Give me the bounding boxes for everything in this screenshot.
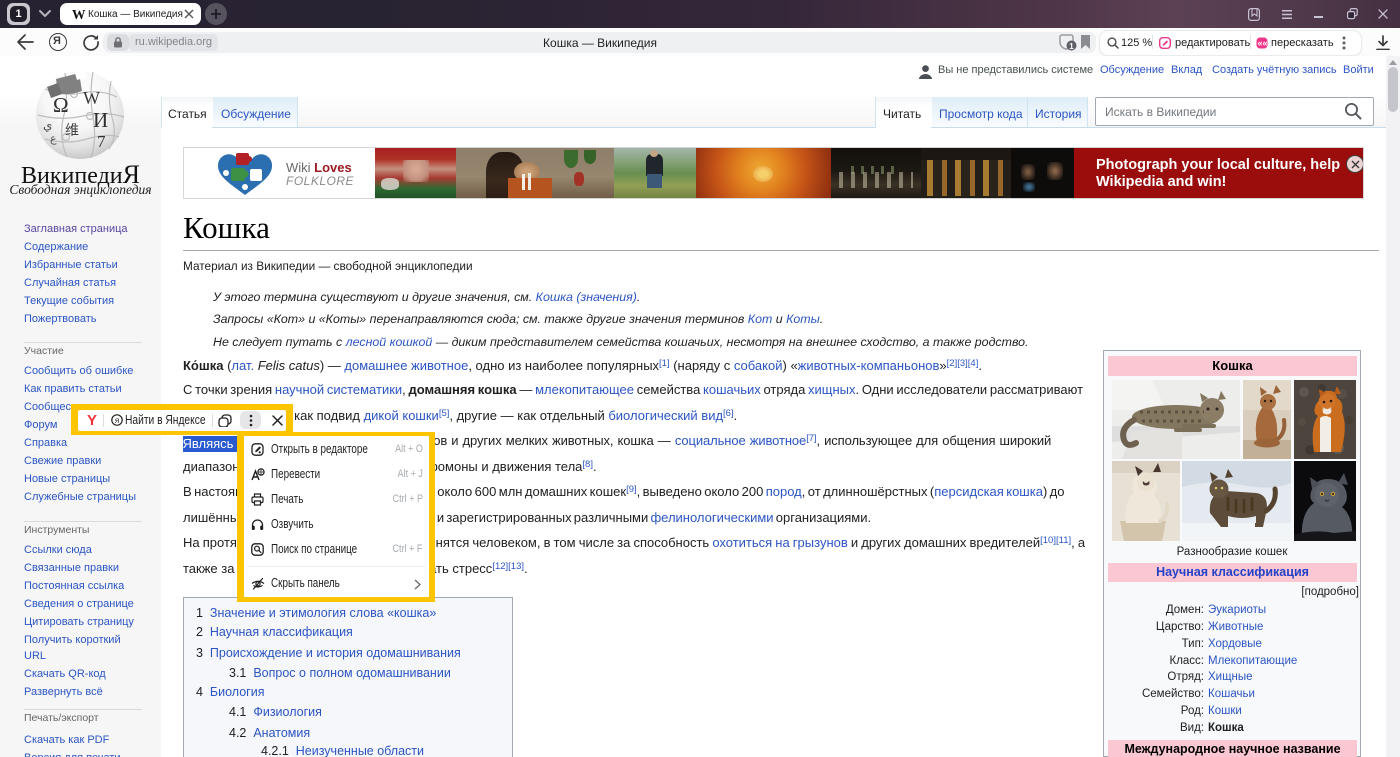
svg-text:ع: ع bbox=[50, 133, 57, 145]
svg-text:W: W bbox=[83, 88, 100, 108]
svg-text:1: 1 bbox=[1069, 42, 1074, 51]
svg-text:Ω: Ω bbox=[53, 93, 69, 117]
svg-text:维: 维 bbox=[65, 123, 79, 139]
svg-text:7: 7 bbox=[97, 132, 106, 151]
svg-text:И: И bbox=[93, 108, 108, 132]
svg-text:ي: ي bbox=[43, 118, 52, 132]
svg-text:««: «« bbox=[1258, 38, 1268, 48]
svg-text:я: я bbox=[114, 416, 118, 425]
